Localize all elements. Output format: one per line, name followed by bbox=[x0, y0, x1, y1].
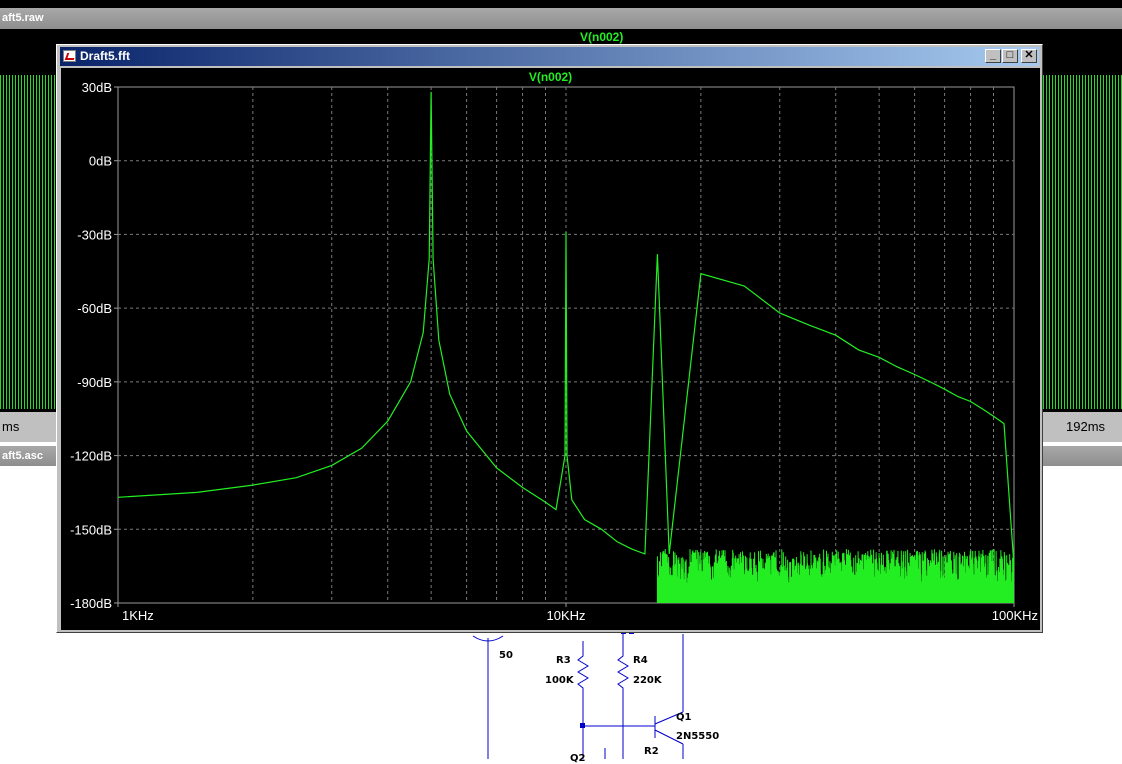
q1-name-label: Q1 bbox=[676, 712, 691, 723]
raw-axis-right-label: 192ms bbox=[1066, 419, 1105, 434]
r2-name-label: R2 bbox=[644, 746, 659, 757]
raw-trace-label: V(n002) bbox=[580, 30, 623, 44]
minimize-button[interactable]: _ bbox=[985, 49, 1001, 63]
noise-floor bbox=[657, 549, 1013, 603]
waveform-app-icon[interactable] bbox=[63, 50, 76, 62]
y-tick-label: -180dB bbox=[70, 596, 112, 611]
x-tick-label: 10KHz bbox=[546, 608, 585, 623]
raw-window-title[interactable]: aft5.raw bbox=[0, 8, 1122, 29]
fft-window-title: Draft5.fft bbox=[80, 47, 130, 66]
fft-title-bar[interactable]: Draft5.fft _ □ ✕ bbox=[60, 47, 1039, 66]
x-tick-label: 1KHz bbox=[122, 608, 154, 623]
y-tick-label: -60dB bbox=[77, 301, 112, 316]
y-tick-label: -90dB bbox=[77, 375, 112, 390]
r4-value-label: 220K bbox=[633, 675, 662, 686]
raw-axis-left-label: ms bbox=[2, 419, 19, 434]
y-tick-label: -30dB bbox=[77, 227, 112, 242]
close-button[interactable]: ✕ bbox=[1021, 49, 1037, 63]
y-tick-label: 30dB bbox=[82, 80, 112, 95]
fft-plot[interactable]: 30dB 0dB -30dB -60dB -90dB -120dB -150dB -180dB… bbox=[61, 68, 1040, 630]
raw-waveform-right bbox=[1043, 75, 1122, 409]
fft-window[interactable]: Draft5.fft _ □ ✕ V(n002) 30dB 0dB -30dB -60… bbox=[56, 44, 1043, 633]
r3-resistor bbox=[578, 641, 588, 759]
r3-name-label: R3 bbox=[556, 655, 571, 666]
raw-waveform-left bbox=[0, 75, 56, 409]
maximize-button[interactable]: □ bbox=[1002, 49, 1018, 63]
q1-model-label: 2N5550 bbox=[676, 731, 719, 742]
y-tick-label: 0dB bbox=[89, 154, 112, 169]
r4-name-label: R4 bbox=[633, 655, 648, 666]
y-tick-label: -120dB bbox=[70, 449, 112, 464]
fft-plot-area[interactable]: V(n002) 30dB 0dB -30dB -60dB -90dB -120dB -150… bbox=[61, 68, 1040, 630]
source-value-label: 50 bbox=[499, 650, 513, 661]
x-tick-label: 100KHz bbox=[992, 608, 1038, 623]
y-tick-label: -150dB bbox=[70, 522, 112, 537]
r3-value-label: 100K bbox=[545, 675, 574, 686]
r4-resistor bbox=[618, 634, 628, 759]
